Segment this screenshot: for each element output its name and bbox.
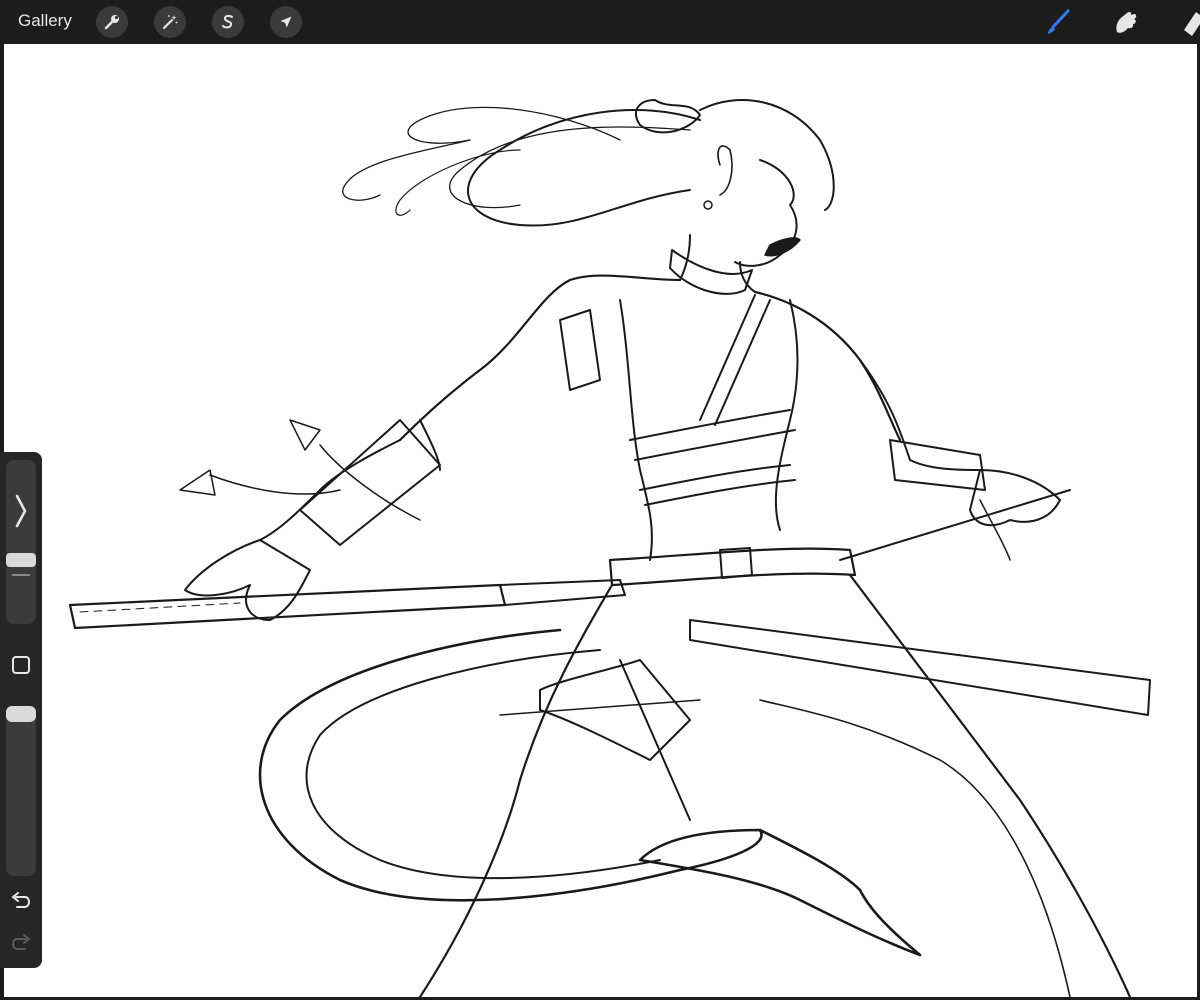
opacity-slider[interactable] — [6, 706, 36, 876]
smudge-tool-button[interactable] — [1108, 4, 1144, 40]
chevron-right-icon — [15, 494, 27, 528]
redo-icon — [11, 934, 31, 950]
brush-icon — [1048, 9, 1070, 34]
transform-button[interactable] — [270, 6, 302, 38]
gallery-button[interactable]: Gallery — [18, 11, 72, 31]
line-art-drawing — [68, 99, 1151, 997]
selection-button[interactable] — [212, 6, 244, 38]
undo-button[interactable] — [10, 890, 32, 912]
selection-s-icon — [222, 14, 233, 29]
adjustments-button[interactable] — [154, 6, 186, 38]
actions-button[interactable] — [96, 6, 128, 38]
redo-button[interactable] — [10, 932, 32, 954]
wrench-icon — [104, 15, 119, 30]
eraser-tool-button[interactable] — [1170, 4, 1200, 40]
drawing-canvas[interactable] — [4, 44, 1197, 997]
square-icon — [12, 656, 30, 674]
modify-button[interactable] — [10, 654, 32, 676]
top-toolbar: Gallery — [0, 0, 1200, 44]
smudge-finger-icon — [1116, 11, 1137, 33]
arrow-cursor-icon — [280, 16, 292, 28]
brush-tool-button[interactable] — [1040, 4, 1076, 40]
undo-icon — [11, 892, 31, 908]
left-sidebar — [0, 452, 42, 968]
brush-size-thumb[interactable] — [6, 552, 36, 567]
eraser-icon — [1184, 12, 1200, 36]
opacity-thumb[interactable] — [6, 706, 36, 722]
magic-wand-icon — [162, 15, 178, 30]
